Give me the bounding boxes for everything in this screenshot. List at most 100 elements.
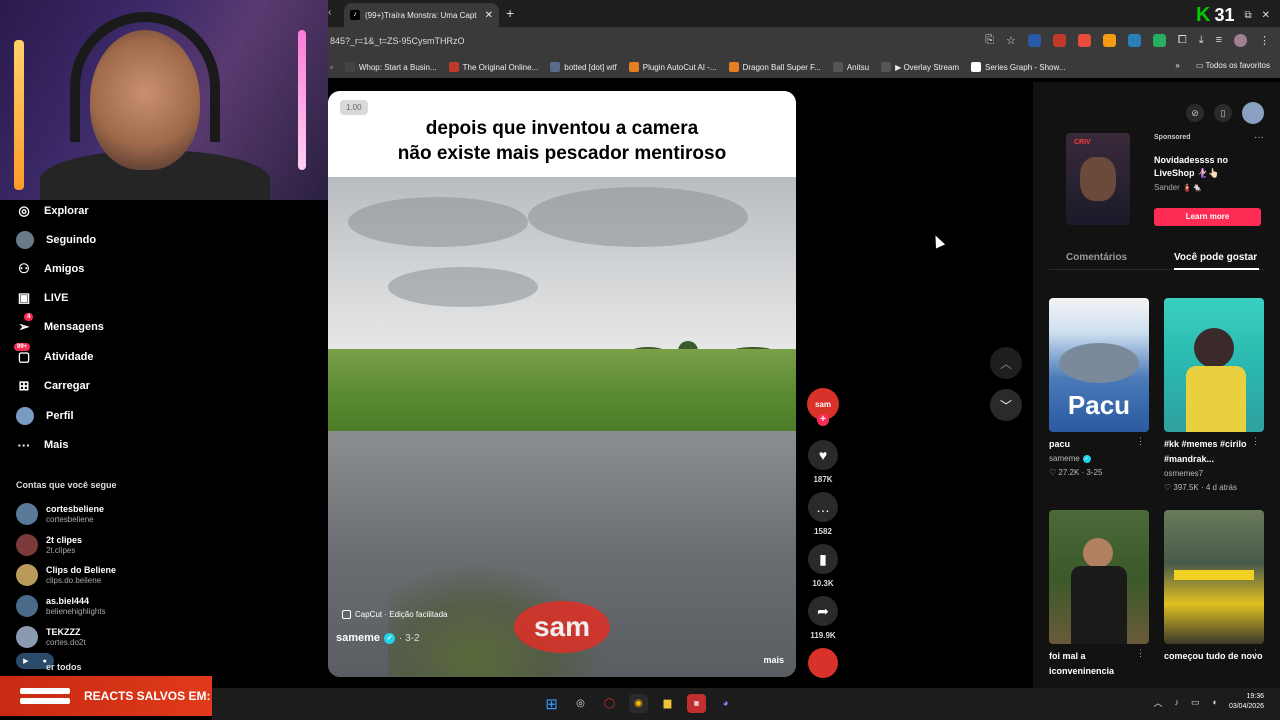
puzzle-icon[interactable]: ⧠: [1178, 34, 1187, 47]
more-options-icon[interactable]: ⋮: [1136, 648, 1145, 659]
playback-speed[interactable]: 1.00: [340, 100, 368, 115]
profile-avatar[interactable]: [1234, 34, 1247, 47]
suggested-video[interactable]: começou tudo de novo ⋮: [1164, 510, 1264, 664]
share-button[interactable]: ➦ 119.9K: [803, 596, 843, 640]
follow-plus-icon[interactable]: +: [817, 414, 829, 426]
video-player[interactable]: depois que inventou a camera não existe …: [328, 91, 796, 677]
close-tab-icon[interactable]: ✕: [485, 10, 493, 21]
bookmark-item[interactable]: Whop: Start a Busin...: [344, 62, 437, 72]
chevron-right-icon[interactable]: »: [1175, 61, 1179, 70]
nav-following[interactable]: Seguindo: [16, 231, 96, 249]
bookmark-icon: ▮: [808, 544, 838, 574]
save-button[interactable]: ▮ 10.3K: [803, 544, 843, 588]
compass-icon[interactable]: ⊘: [1186, 104, 1204, 122]
more-options-icon[interactable]: ⋮: [1251, 648, 1260, 659]
followed-account[interactable]: TEKZZZ cortes.do2t: [16, 626, 86, 648]
all-bookmarks-folder[interactable]: ▭ Todos os favoritos: [1196, 61, 1270, 70]
opera-icon[interactable]: ◯: [600, 694, 619, 713]
new-tab-button[interactable]: +: [506, 5, 514, 21]
comment-button[interactable]: … 1582: [803, 492, 843, 536]
extension-icon[interactable]: [1102, 34, 1116, 47]
followed-account[interactable]: cortesbeliene cortesbeliene: [16, 503, 104, 525]
suggested-video[interactable]: foi mal a iconveninencia ⋮: [1049, 510, 1149, 679]
followed-account[interactable]: Clips do Beliene clips.do.beliene: [16, 564, 116, 586]
clock[interactable]: 19:36 03/04/2026: [1229, 692, 1264, 712]
toolbar-icons: ⎘ ☆ ⧠ ⤓ ≡ ⋮: [985, 34, 1270, 47]
ad-author: Sander 🧯🐁: [1154, 183, 1202, 192]
caption-line: não existe mais pescador mentiroso: [397, 143, 727, 164]
nav-explore[interactable]: ◎ Explorar: [16, 203, 88, 219]
avatar[interactable]: [1242, 102, 1264, 124]
learn-more-button[interactable]: Learn more: [1154, 208, 1261, 226]
more-options-icon[interactable]: ⋮: [1136, 436, 1145, 447]
video-thumbnail: [1049, 510, 1149, 644]
system-tray: ︿ ♪ ▭ ◖ 19:36 03/04/2026: [1153, 692, 1264, 712]
tab-comments[interactable]: Comentários: [1066, 252, 1127, 263]
tab-active[interactable]: ♪ (99+)Traíra Monstra: Uma Capt ✕: [344, 3, 499, 27]
menu-icon[interactable]: ⋮: [1259, 34, 1270, 47]
chrome-icon[interactable]: ◉: [629, 694, 648, 713]
nav-activity[interactable]: ▢ 99+ Atividade: [14, 343, 94, 365]
bookmark-icon[interactable]: ▫: [330, 63, 333, 72]
folder-icon[interactable]: ▆: [658, 694, 677, 713]
followed-account[interactable]: 2t clipes 2t.clipes: [16, 534, 82, 556]
nav-more[interactable]: ··· Mais: [16, 437, 69, 453]
discord-icon[interactable]: ◕: [716, 694, 735, 713]
more-button[interactable]: mais: [763, 655, 784, 665]
creator-avatar-button[interactable]: sam +: [803, 388, 843, 426]
nav-messages[interactable]: ➢ 4 Mensagens: [16, 313, 104, 335]
more-options-icon[interactable]: ⋮: [1251, 436, 1260, 447]
bookmark-item[interactable]: Anitsu: [832, 62, 869, 72]
extension-icon[interactable]: [1152, 34, 1166, 47]
suggested-video[interactable]: #kk #memes #cirilo #mandrak... osmemes7 …: [1164, 298, 1264, 495]
close-window-icon[interactable]: ✕: [1262, 10, 1270, 21]
phone-icon[interactable]: ▯: [1214, 104, 1232, 122]
media-icon[interactable]: ≡: [1216, 34, 1222, 47]
restore-icon[interactable]: ⧉: [1244, 10, 1251, 21]
see-all-link[interactable]: er todos: [46, 662, 82, 672]
bookmark-item[interactable]: ▶ Overlay Stream: [881, 62, 959, 72]
download-icon[interactable]: ⤓: [1199, 34, 1204, 47]
chevron-up-icon[interactable]: ︿: [1153, 696, 1162, 709]
nav-profile[interactable]: Perfil: [16, 407, 74, 425]
like-button[interactable]: ♥ 187K: [803, 440, 843, 484]
tab-scroll-left-icon[interactable]: ‹: [328, 7, 331, 18]
nav-upload[interactable]: ⊞ Carregar: [16, 378, 90, 394]
extension-icon[interactable]: [1127, 34, 1141, 47]
ad-thumbnail[interactable]: CRIV: [1066, 133, 1130, 225]
bookmark-item[interactable]: Plugin AutoCut AI -...: [628, 62, 717, 72]
bookmark-item[interactable]: botted [dot] wtf: [550, 62, 617, 72]
app-icon[interactable]: ◎: [571, 694, 590, 713]
volume-icon[interactable]: ◖: [1212, 697, 1217, 707]
video-date: 4 d atrás: [1205, 483, 1238, 492]
extension-icon[interactable]: [1027, 34, 1041, 47]
followed-account[interactable]: as.biel444 belienehighlights: [16, 595, 106, 617]
more-options-icon[interactable]: ···: [1254, 132, 1264, 143]
active-tab-indicator: [1174, 268, 1259, 270]
suggested-video[interactable]: Pacu pacu sameme ✓ ♡ 27.2K · 3-25 ⋮: [1049, 298, 1149, 480]
capcut-label[interactable]: CapCut · Edição facilitada: [342, 610, 448, 619]
network-icon[interactable]: ▭: [1191, 697, 1200, 708]
extension-icon[interactable]: [1052, 34, 1066, 47]
video-sky: [328, 177, 796, 357]
extension-icon[interactable]: [1077, 34, 1091, 47]
url-field[interactable]: 845?_r=1&_t=ZS-95CysmTHRzO: [330, 36, 465, 46]
bookmark-item[interactable]: Dragon Ball Super F...: [728, 62, 821, 72]
bookmark-item[interactable]: The Original Online...: [448, 62, 538, 72]
install-icon[interactable]: ⎘: [985, 34, 994, 47]
nav-label: Perfil: [46, 410, 74, 422]
next-video-button[interactable]: ﹀: [990, 389, 1022, 421]
previous-video-button[interactable]: ︿: [990, 347, 1022, 379]
bookmark-item[interactable]: Series Graph - Show...: [971, 62, 1066, 72]
windows-start-icon[interactable]: ⊞: [542, 694, 561, 713]
nav-live[interactable]: ▣ LIVE: [16, 290, 69, 306]
tab-suggestions[interactable]: Você pode gostar: [1174, 252, 1257, 263]
app-icon[interactable]: ▦: [687, 694, 706, 713]
nav-friends[interactable]: ⚇ Amigos: [16, 261, 84, 277]
star-icon[interactable]: ☆: [1006, 34, 1016, 47]
music-disc[interactable]: [803, 648, 843, 678]
mic-icon[interactable]: ♪: [1175, 697, 1180, 707]
kick-icon: K: [1195, 4, 1211, 26]
video-author[interactable]: sameme ✓ · 3-2: [336, 632, 420, 644]
author-name: sameme: [1049, 454, 1080, 463]
